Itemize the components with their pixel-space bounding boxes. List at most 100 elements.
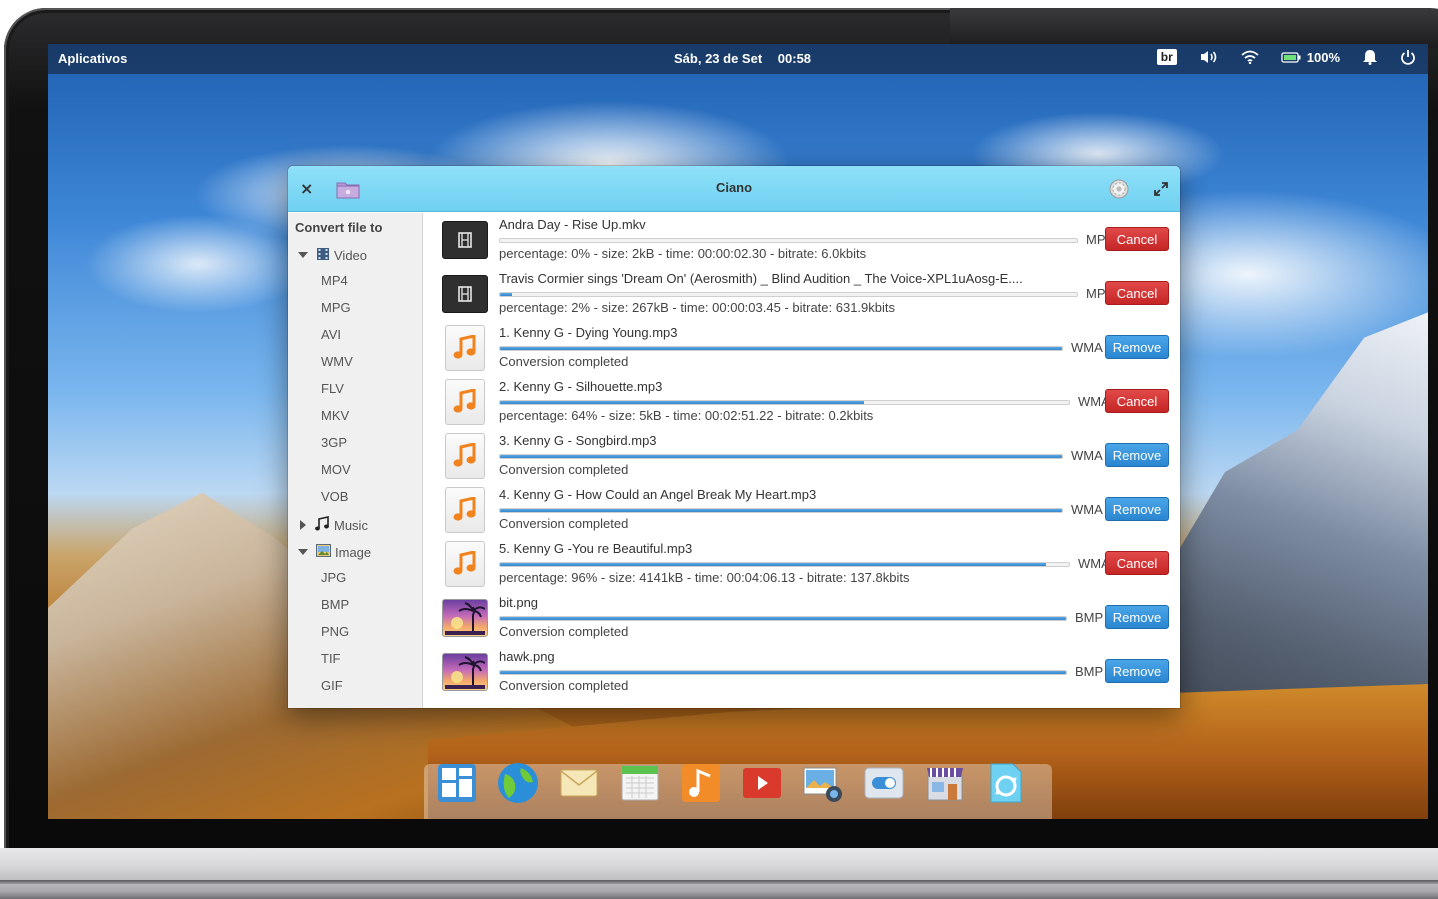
- progress-bar: [499, 238, 1078, 243]
- file-name: Andra Day - Rise Up.mkv: [499, 217, 646, 232]
- sidebar-item-gif[interactable]: GIF: [321, 678, 343, 696]
- ciano-window: × Ciano Convert file to Video MP4 MPG AV…: [288, 166, 1180, 708]
- sidebar-item-vob[interactable]: VOB: [321, 489, 348, 507]
- progress-fill: [500, 671, 1066, 674]
- film-icon: [316, 247, 330, 264]
- calendar-icon[interactable]: [617, 760, 663, 806]
- conversion-status: percentage: 2% - size: 267kB - time: 00:…: [499, 300, 895, 315]
- cancel-button[interactable]: Cancel: [1105, 551, 1169, 575]
- mail-icon[interactable]: [556, 760, 602, 806]
- sidebar-item-mov[interactable]: MOV: [321, 462, 351, 480]
- maximize-icon[interactable]: [1154, 181, 1168, 200]
- target-format: WMA: [1071, 448, 1103, 463]
- conversion-status: percentage: 96% - size: 4141kB - time: 0…: [499, 570, 910, 585]
- photos-app-icon[interactable]: [800, 760, 846, 806]
- file-row: 2. Kenny G - Silhouette.mp3 percentage: 6…: [424, 375, 1180, 429]
- target-format: BMP: [1075, 610, 1104, 625]
- progress-fill: [500, 347, 1062, 350]
- multitasking-view-icon[interactable]: [434, 760, 480, 806]
- sidebar-item-jpg[interactable]: JPG: [321, 570, 346, 588]
- laptop-base-groove: [0, 880, 1438, 884]
- date-time-indicator[interactable]: Sáb, 23 de Set 00:58: [674, 51, 811, 66]
- remove-button[interactable]: Remove: [1105, 605, 1169, 629]
- power-icon[interactable]: [1400, 49, 1416, 65]
- cancel-button[interactable]: Cancel: [1105, 281, 1169, 305]
- file-name: bit.png: [499, 595, 539, 610]
- sidebar-item-png[interactable]: PNG: [321, 624, 349, 642]
- audio-file-icon: [445, 433, 485, 479]
- file-name: hawk.png: [499, 649, 555, 664]
- notification-bell-icon[interactable]: [1362, 49, 1378, 65]
- image-file-icon: [442, 599, 488, 637]
- gear-icon[interactable]: [1108, 178, 1130, 204]
- sidebar-category-video[interactable]: Video: [298, 246, 367, 264]
- system-tray: br 100%: [1135, 49, 1416, 65]
- file-name: 5. Kenny G -You re Beautiful.mp3: [499, 541, 693, 556]
- cancel-button[interactable]: Cancel: [1105, 227, 1169, 251]
- target-format: WMA: [1071, 340, 1103, 355]
- image-file-icon: [442, 653, 488, 691]
- conversion-status: percentage: 64% - size: 5kB - time: 00:0…: [499, 408, 874, 423]
- sidebar-item-wmv[interactable]: WMV: [321, 354, 353, 372]
- audio-file-icon: [445, 379, 485, 425]
- file-name: 2. Kenny G - Silhouette.mp3: [499, 379, 663, 394]
- window-titlebar[interactable]: × Ciano: [288, 166, 1180, 212]
- videos-app-icon[interactable]: [739, 760, 785, 806]
- progress-bar: [499, 508, 1063, 513]
- file-row: 5. Kenny G -You re Beautiful.mp3 percenta…: [424, 537, 1180, 591]
- applications-menu[interactable]: Aplicativos: [58, 51, 127, 66]
- conversion-queue: Andra Day - Rise Up.mkv percentage: 0% - …: [424, 213, 1180, 708]
- expand-arrow-icon[interactable]: [298, 549, 308, 555]
- remove-button[interactable]: Remove: [1105, 443, 1169, 467]
- progress-fill: [500, 293, 512, 296]
- sidebar-item-flv[interactable]: FLV: [321, 381, 344, 399]
- sidebar-category-image[interactable]: Image: [298, 543, 371, 561]
- wifi-icon[interactable]: [1241, 50, 1259, 64]
- expand-arrow-icon[interactable]: [298, 252, 308, 258]
- audio-file-icon: [445, 541, 485, 587]
- remove-button[interactable]: Remove: [1105, 335, 1169, 359]
- audio-file-icon: [445, 325, 485, 371]
- sidebar-category-label: Image: [335, 544, 372, 560]
- sidebar-item-bmp[interactable]: BMP: [321, 597, 349, 615]
- volume-icon[interactable]: [1199, 49, 1219, 65]
- collapse-arrow-icon[interactable]: [300, 520, 306, 530]
- conversion-status: Conversion completed: [499, 462, 629, 477]
- sidebar-item-avi[interactable]: AVI: [321, 327, 341, 345]
- sidebar-item-mkv[interactable]: MKV: [321, 408, 349, 426]
- file-row: Andra Day - Rise Up.mkv percentage: 0% - …: [424, 213, 1180, 267]
- target-format: WMA: [1071, 502, 1103, 517]
- progress-bar: [499, 454, 1063, 459]
- file-row: 1. Kenny G - Dying Young.mp3 Conversion c…: [424, 321, 1180, 375]
- sidebar-item-mp4[interactable]: MP4: [321, 273, 348, 291]
- progress-fill: [500, 509, 1062, 512]
- settings-switch-icon[interactable]: [861, 760, 907, 806]
- battery-indicator[interactable]: 100%: [1281, 50, 1340, 65]
- progress-fill: [500, 617, 1066, 620]
- file-row: hawk.png Conversion completed BMP Remove: [424, 645, 1180, 699]
- conversion-status: Conversion completed: [499, 354, 629, 369]
- ciano-converter-icon[interactable]: [983, 760, 1029, 806]
- sidebar-category-music[interactable]: Music: [298, 515, 368, 535]
- battery-icon: [1281, 51, 1301, 63]
- app-store-icon[interactable]: [922, 760, 968, 806]
- video-file-icon: [442, 275, 488, 313]
- remove-button[interactable]: Remove: [1105, 659, 1169, 683]
- top-panel: Aplicativos Sáb, 23 de Set 00:58 br 100%: [48, 44, 1428, 74]
- web-browser-icon[interactable]: [495, 760, 541, 806]
- keyboard-layout-indicator[interactable]: br: [1156, 49, 1177, 65]
- music-note-icon: [314, 515, 330, 535]
- file-row: Travis Cormier sings 'Dream On' (Aerosmi…: [424, 267, 1180, 321]
- window-title: Ciano: [715, 180, 753, 195]
- cancel-button[interactable]: Cancel: [1105, 389, 1169, 413]
- progress-bar: [499, 292, 1078, 297]
- progress-bar: [499, 670, 1067, 675]
- sidebar-item-3gp[interactable]: 3GP: [321, 435, 347, 453]
- sidebar-item-tif[interactable]: TIF: [321, 651, 341, 669]
- battery-percent: 100%: [1306, 49, 1340, 65]
- music-app-icon[interactable]: [678, 760, 724, 806]
- remove-button[interactable]: Remove: [1105, 497, 1169, 521]
- progress-fill: [500, 401, 865, 404]
- file-row: bit.png Conversion completed BMP Remove: [424, 591, 1180, 645]
- sidebar-item-mpg[interactable]: MPG: [321, 300, 351, 318]
